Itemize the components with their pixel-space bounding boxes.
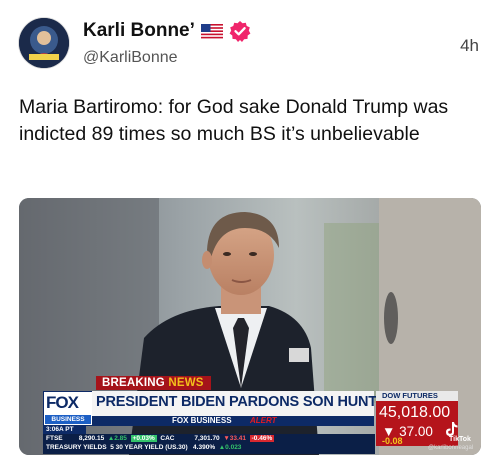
tiktok-logo-icon [446, 422, 458, 436]
headline-bar: PRESIDENT BIDEN PARDONS SON HUNTER [92, 391, 397, 417]
ticker-cac-pct: -0.46% [249, 435, 275, 442]
alert-bar: FOX BUSINESS ALERT [92, 416, 374, 426]
breaking-label-accent: NEWS [168, 377, 204, 389]
ticker-ftse-label: FTSE [46, 435, 63, 442]
avatar-image [19, 18, 69, 68]
ticker-row: TREASURY YIELDS 5 30 YEAR YIELD (US.30) … [46, 444, 241, 451]
network-logo-sub: BUSINESS [45, 415, 91, 424]
dow-change-value: 37.00 [399, 424, 433, 439]
us-flag-icon [200, 23, 223, 39]
ticker-treasury-label: TREASURY YIELDS [46, 444, 107, 451]
post-header: Karli Bonne’ @KarliBonne 4h [0, 0, 500, 90]
network-logo: FOX BUSINESS [43, 391, 93, 426]
broadcast-time: 3:06A PT [43, 425, 86, 434]
ticker-cac-value: 7,301.70 [194, 435, 220, 442]
market-ticker: FTSE 8,290.15 ▲2.85 +0.03% CAC 7,301.70 … [43, 434, 375, 454]
tiktok-label: TikTok [449, 436, 471, 443]
network-logo-text: FOX [46, 393, 79, 412]
tiktok-username: @karlibonneagal [428, 445, 474, 451]
dow-futures-pct: -0.08 [382, 436, 403, 446]
ticker-ftse-value: 8,290.15 [78, 435, 105, 442]
ticker-ftse-pct: +0.03% [130, 435, 157, 442]
news-headline: PRESIDENT BIDEN PARDONS SON HUNTER [96, 394, 397, 410]
post-timestamp[interactable]: 4h [460, 36, 479, 56]
ticker-treasury-value: 4.390% [193, 444, 216, 451]
alert-brand: FOX BUSINESS [172, 416, 232, 425]
post-text: Maria Bartiromo: for God sake Donald Tru… [19, 96, 449, 145]
ticker-cac-label: CAC [160, 435, 175, 442]
post-media[interactable]: BREAKING NEWS FOX BUSINESS PRESIDENT BID… [19, 198, 481, 455]
verified-badge-icon [229, 21, 251, 42]
ticker-treasury-change: ▲0.023 [218, 444, 242, 451]
dow-futures-value: 45,018.00 [379, 404, 451, 421]
breaking-news-label: BREAKING NEWS [96, 376, 211, 390]
breaking-label-text: BREAKING [102, 377, 165, 389]
ticker-row: FTSE 8,290.15 ▲2.85 +0.03% CAC 7,301.70 … [46, 435, 275, 442]
dow-futures-label: DOW FUTURES [376, 391, 458, 401]
ticker-ftse-change: ▲2.85 [107, 435, 127, 442]
avatar[interactable] [19, 18, 69, 68]
author-handle[interactable]: @KarliBonne [83, 49, 178, 67]
ticker-cac-change: ▼33.41 [223, 435, 247, 442]
author-name[interactable]: Karli Bonne’ [83, 20, 195, 42]
alert-word: ALERT [250, 416, 277, 425]
ticker-treasury-item: 5 30 YEAR YIELD (US.30) [110, 444, 188, 451]
